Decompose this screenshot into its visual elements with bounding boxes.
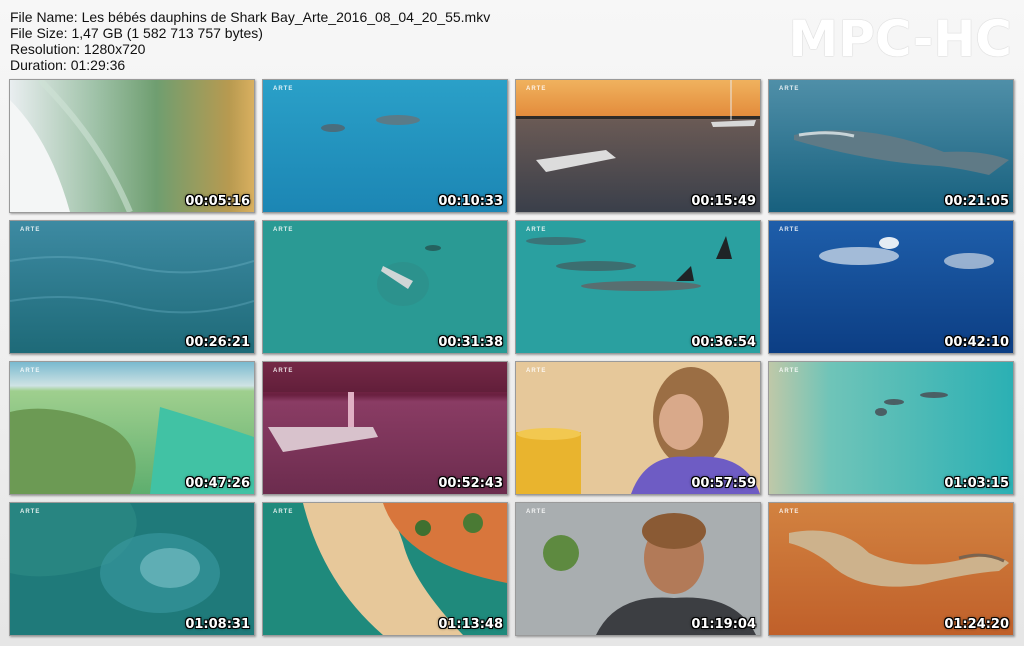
timestamp: 01:13:48 (438, 617, 503, 632)
thumbnail-2[interactable]: ARTE 00:10:33 (262, 79, 508, 213)
timestamp: 00:36:54 (691, 335, 756, 350)
timestamp: 01:19:04 (691, 617, 756, 632)
channel-logo: ARTE (779, 86, 800, 92)
thumbnail-14[interactable]: ARTE 01:13:48 (262, 502, 508, 636)
thumbnail-image (10, 362, 254, 494)
channel-logo: ARTE (779, 509, 800, 515)
thumbnail-image (263, 503, 507, 635)
mpc-hc-logo: MPC-HC (788, 10, 1012, 68)
resolution: Resolution: 1280x720 (10, 41, 146, 57)
channel-logo: ARTE (20, 227, 41, 233)
file-size: File Size: 1,47 GB (1 582 713 757 bytes) (10, 25, 263, 41)
timestamp: 00:47:26 (185, 476, 250, 491)
channel-logo: ARTE (20, 368, 41, 374)
thumbnail-8[interactable]: ARTE 00:42:10 (768, 220, 1014, 354)
channel-logo: ARTE (526, 368, 547, 374)
timestamp: 00:57:59 (691, 476, 756, 491)
thumbnail-6[interactable]: ARTE 00:31:38 (262, 220, 508, 354)
thumbnail-image (769, 503, 1013, 635)
thumbnail-15[interactable]: ARTE 01:19:04 (515, 502, 761, 636)
timestamp: 00:05:16 (185, 194, 250, 209)
channel-logo: ARTE (526, 227, 547, 233)
timestamp: 00:31:38 (438, 335, 503, 350)
timestamp: 00:10:33 (438, 194, 503, 209)
timestamp: 00:21:05 (944, 194, 1009, 209)
thumbnail-image (769, 221, 1013, 353)
thumbnail-image (10, 80, 254, 212)
thumbnail-10[interactable]: ARTE 00:52:43 (262, 361, 508, 495)
channel-logo: ARTE (273, 509, 294, 515)
thumbnail-grid: 00:05:16 ARTE 00:10:33 ARTE 00:15:49 ART… (9, 79, 1014, 636)
timestamp: 00:42:10 (944, 335, 1009, 350)
thumbnail-image (769, 80, 1013, 212)
thumbnail-image (263, 221, 507, 353)
timestamp: 00:26:21 (185, 335, 250, 350)
thumbnail-4[interactable]: ARTE 00:21:05 (768, 79, 1014, 213)
file-name: File Name: Les bébés dauphins de Shark B… (10, 9, 491, 25)
channel-logo: ARTE (273, 368, 294, 374)
thumbnail-image (263, 362, 507, 494)
channel-logo: ARTE (779, 227, 800, 233)
timestamp: 00:15:49 (691, 194, 756, 209)
thumbnail-image (516, 362, 760, 494)
thumbnail-5[interactable]: ARTE 00:26:21 (9, 220, 255, 354)
thumbnail-1[interactable]: 00:05:16 (9, 79, 255, 213)
channel-logo: ARTE (526, 86, 547, 92)
channel-logo: ARTE (779, 368, 800, 374)
timestamp: 01:03:15 (944, 476, 1009, 491)
thumbnail-7[interactable]: ARTE 00:36:54 (515, 220, 761, 354)
duration: Duration: 01:29:36 (10, 57, 126, 73)
channel-logo: ARTE (273, 86, 294, 92)
thumbnail-11[interactable]: ARTE 00:57:59 (515, 361, 761, 495)
thumbnail-3[interactable]: ARTE 00:15:49 (515, 79, 761, 213)
thumbnail-13[interactable]: ARTE 01:08:31 (9, 502, 255, 636)
channel-logo: ARTE (273, 227, 294, 233)
channel-logo: ARTE (20, 509, 41, 515)
timestamp: 01:08:31 (185, 617, 250, 632)
thumbnail-image (263, 80, 507, 212)
thumbnail-image (769, 362, 1013, 494)
thumbnail-16[interactable]: ARTE 01:24:20 (768, 502, 1014, 636)
thumbnail-9[interactable]: ARTE 00:47:26 (9, 361, 255, 495)
thumbnail-image (516, 221, 760, 353)
thumbnail-image (516, 80, 760, 212)
file-info: File Name: Les bébés dauphins de Shark B… (10, 9, 490, 73)
thumbnail-image (516, 503, 760, 635)
thumbnail-image (10, 503, 254, 635)
channel-logo: ARTE (526, 509, 547, 515)
thumbnail-image (10, 221, 254, 353)
timestamp: 00:52:43 (438, 476, 503, 491)
timestamp: 01:24:20 (944, 617, 1009, 632)
thumbnail-12[interactable]: ARTE 01:03:15 (768, 361, 1014, 495)
